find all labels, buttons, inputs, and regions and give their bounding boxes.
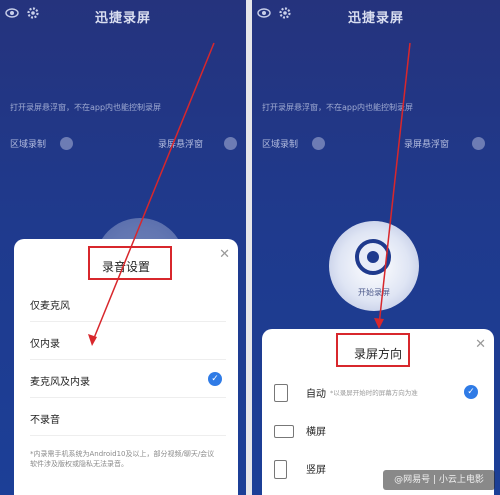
- toggle-row: 区域录制 录屏悬浮窗: [10, 137, 237, 151]
- option-label: 仅麦克风: [30, 301, 70, 312]
- toggle-row: 区域录制 录屏悬浮窗: [262, 137, 490, 151]
- audio-settings-sheet: 录音设置 ✕ 仅麦克风 仅内录 麦克风及内录 ✓ 不录音 *内录需手机系统为An…: [14, 239, 238, 495]
- option-label: 自动: [306, 389, 326, 400]
- floating-window-label: 录屏悬浮窗: [158, 140, 204, 150]
- option-mic-and-internal[interactable]: 麦克风及内录 ✓: [14, 362, 238, 398]
- region-record-label: 区域录制: [262, 140, 299, 150]
- option-desc: *以录屏开始时的屏幕方向为准: [330, 389, 418, 397]
- region-record-label: 区域录制: [10, 140, 47, 150]
- watermark: @网易号 | 小云上电影: [383, 470, 495, 490]
- close-icon[interactable]: ✕: [475, 337, 486, 352]
- landscape-icon: [274, 425, 294, 438]
- record-label: 开始录屏: [358, 288, 390, 297]
- highlight-box: [88, 246, 172, 280]
- floating-window-tip[interactable]: 打开录屏悬浮窗，不在app内也能控制录屏: [10, 102, 238, 113]
- record-button[interactable]: 开始录屏: [329, 221, 419, 311]
- floating-window-toggle[interactable]: [224, 137, 237, 150]
- region-record-toggle[interactable]: [312, 137, 325, 150]
- top-bar: 迅捷录屏: [252, 0, 500, 30]
- option-label: 竖屏: [306, 465, 326, 476]
- top-bar: 迅捷录屏: [0, 0, 246, 30]
- audio-note: *内录需手机系统为Android10及以上，部分视频/聊天/会议软件涉及版权或隐…: [30, 450, 215, 468]
- option-label: 不录音: [30, 415, 60, 426]
- region-record-toggle[interactable]: [60, 137, 73, 150]
- option-label: 横屏: [306, 427, 326, 438]
- highlight-box: [336, 333, 410, 367]
- divider: [30, 397, 226, 398]
- check-icon: ✓: [208, 372, 222, 386]
- option-label: 仅内录: [30, 339, 60, 350]
- left-screen: 迅捷录屏 打开录屏悬浮窗，不在app内也能控制录屏 区域录制 录屏悬浮窗 录音设…: [0, 0, 246, 495]
- portrait-icon: [274, 460, 287, 479]
- option-internal-only[interactable]: 仅内录: [14, 324, 238, 360]
- option-mic-only[interactable]: 仅麦克风: [14, 286, 238, 322]
- divider: [30, 435, 226, 436]
- right-screen: 迅捷录屏 打开录屏悬浮窗，不在app内也能控制录屏 区域录制 录屏悬浮窗 开始录…: [252, 0, 500, 495]
- option-landscape[interactable]: 横屏: [262, 413, 494, 449]
- app-title: 迅捷录屏: [94, 11, 151, 26]
- app-title: 迅捷录屏: [347, 11, 404, 26]
- divider: [30, 321, 226, 322]
- floating-window-tip[interactable]: 打开录屏悬浮窗，不在app内也能控制录屏: [262, 102, 492, 113]
- divider: [30, 359, 226, 360]
- floating-window-label: 录屏悬浮窗: [404, 140, 450, 150]
- option-no-audio[interactable]: 不录音: [14, 400, 238, 436]
- record-icon: [355, 239, 391, 275]
- option-auto[interactable]: 自动 *以录屏开始时的屏幕方向为准 ✓: [262, 375, 494, 411]
- option-label: 麦克风及内录: [30, 377, 90, 388]
- check-icon: ✓: [464, 385, 478, 399]
- auto-rotate-icon: [274, 384, 288, 402]
- close-icon[interactable]: ✕: [219, 247, 230, 262]
- floating-window-toggle[interactable]: [472, 137, 485, 150]
